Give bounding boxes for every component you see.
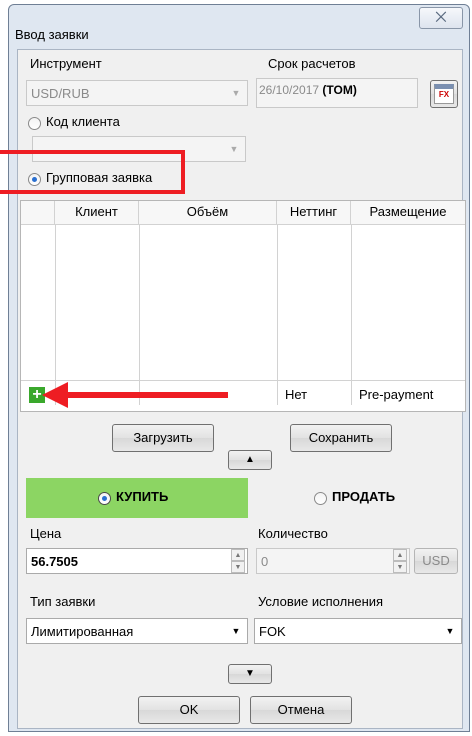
grid-header-client[interactable]: Клиент — [55, 201, 139, 225]
buy-radio[interactable] — [98, 492, 111, 505]
client-code-radio[interactable] — [28, 117, 41, 130]
grid-header-netting[interactable]: Неттинг — [277, 201, 351, 225]
settlement-field[interactable]: 26/10/2017 (TOM) — [256, 78, 418, 108]
price-increment[interactable]: ▲ — [231, 549, 245, 561]
price-value: 56.7505 — [31, 554, 78, 569]
sell-label: ПРОДАТЬ — [332, 489, 396, 504]
order-type-value: Лимитированная — [31, 624, 134, 639]
client-code-label: Код клиента — [46, 114, 120, 129]
calendar-icon: FX — [434, 84, 454, 104]
quantity-input[interactable]: 0 — [256, 548, 410, 574]
instrument-value: USD/RUB — [31, 86, 90, 101]
instrument-label: Инструмент — [30, 56, 102, 71]
grid-divider — [351, 225, 352, 405]
buy-label: КУПИТЬ — [116, 489, 169, 504]
grid-header-spacer — [21, 201, 55, 225]
expand-button[interactable]: ▼ — [228, 664, 272, 684]
price-input[interactable]: 56.7505 — [26, 548, 248, 574]
calendar-button[interactable]: FX — [430, 80, 458, 108]
settlement-label: Срок расчетов — [268, 56, 356, 71]
currency-button[interactable]: USD — [414, 548, 458, 574]
chevron-down-icon: ▼ — [229, 144, 239, 154]
chevron-down-icon: ▼ — [231, 626, 241, 636]
cancel-button[interactable]: Отмена — [250, 696, 352, 724]
execution-select[interactable]: FOK ▼ — [254, 618, 462, 644]
instrument-select[interactable]: USD/RUB ▼ — [26, 80, 248, 106]
window-title: Ввод заявки — [15, 27, 89, 42]
highlight-box — [0, 150, 185, 194]
execution-value: FOK — [259, 624, 286, 639]
triangle-up-icon: ▲ — [245, 454, 255, 465]
chevron-down-icon: ▼ — [231, 88, 241, 98]
grid-divider — [55, 225, 56, 405]
quantity-label: Количество — [258, 526, 328, 541]
load-button[interactable]: Загрузить — [112, 424, 214, 452]
quantity-decrement[interactable]: ▼ — [393, 561, 407, 573]
chevron-down-icon: ▼ — [445, 626, 455, 636]
title-bar: Ввод заявки ⨉ — [9, 5, 469, 49]
grid-divider — [277, 225, 278, 405]
quantity-value: 0 — [261, 554, 269, 569]
row-netting-value[interactable]: Нет — [285, 387, 307, 402]
grid-divider — [139, 225, 140, 405]
close-button[interactable]: ⨉ — [419, 7, 463, 29]
sell-radio[interactable] — [314, 492, 327, 505]
grid-header-placement[interactable]: Размещение — [351, 201, 465, 225]
settlement-date: 26/10/2017 (TOM) — [259, 83, 357, 97]
price-label: Цена — [30, 526, 62, 541]
order-type-label: Тип заявки — [30, 594, 96, 609]
price-decrement[interactable]: ▼ — [231, 561, 245, 573]
grid-header-volume[interactable]: Объём — [139, 201, 277, 225]
order-type-select[interactable]: Лимитированная ▼ — [26, 618, 248, 644]
ok-button[interactable]: OK — [138, 696, 240, 724]
collapse-button[interactable]: ▲ — [228, 450, 272, 470]
row-placement-value[interactable]: Pre-payment — [359, 387, 433, 402]
execution-label: Условие исполнения — [258, 594, 384, 609]
quantity-increment[interactable]: ▲ — [393, 549, 407, 561]
triangle-down-icon: ▼ — [245, 668, 255, 679]
save-button[interactable]: Сохранить — [290, 424, 392, 452]
arrow-annotation-icon — [42, 382, 228, 408]
